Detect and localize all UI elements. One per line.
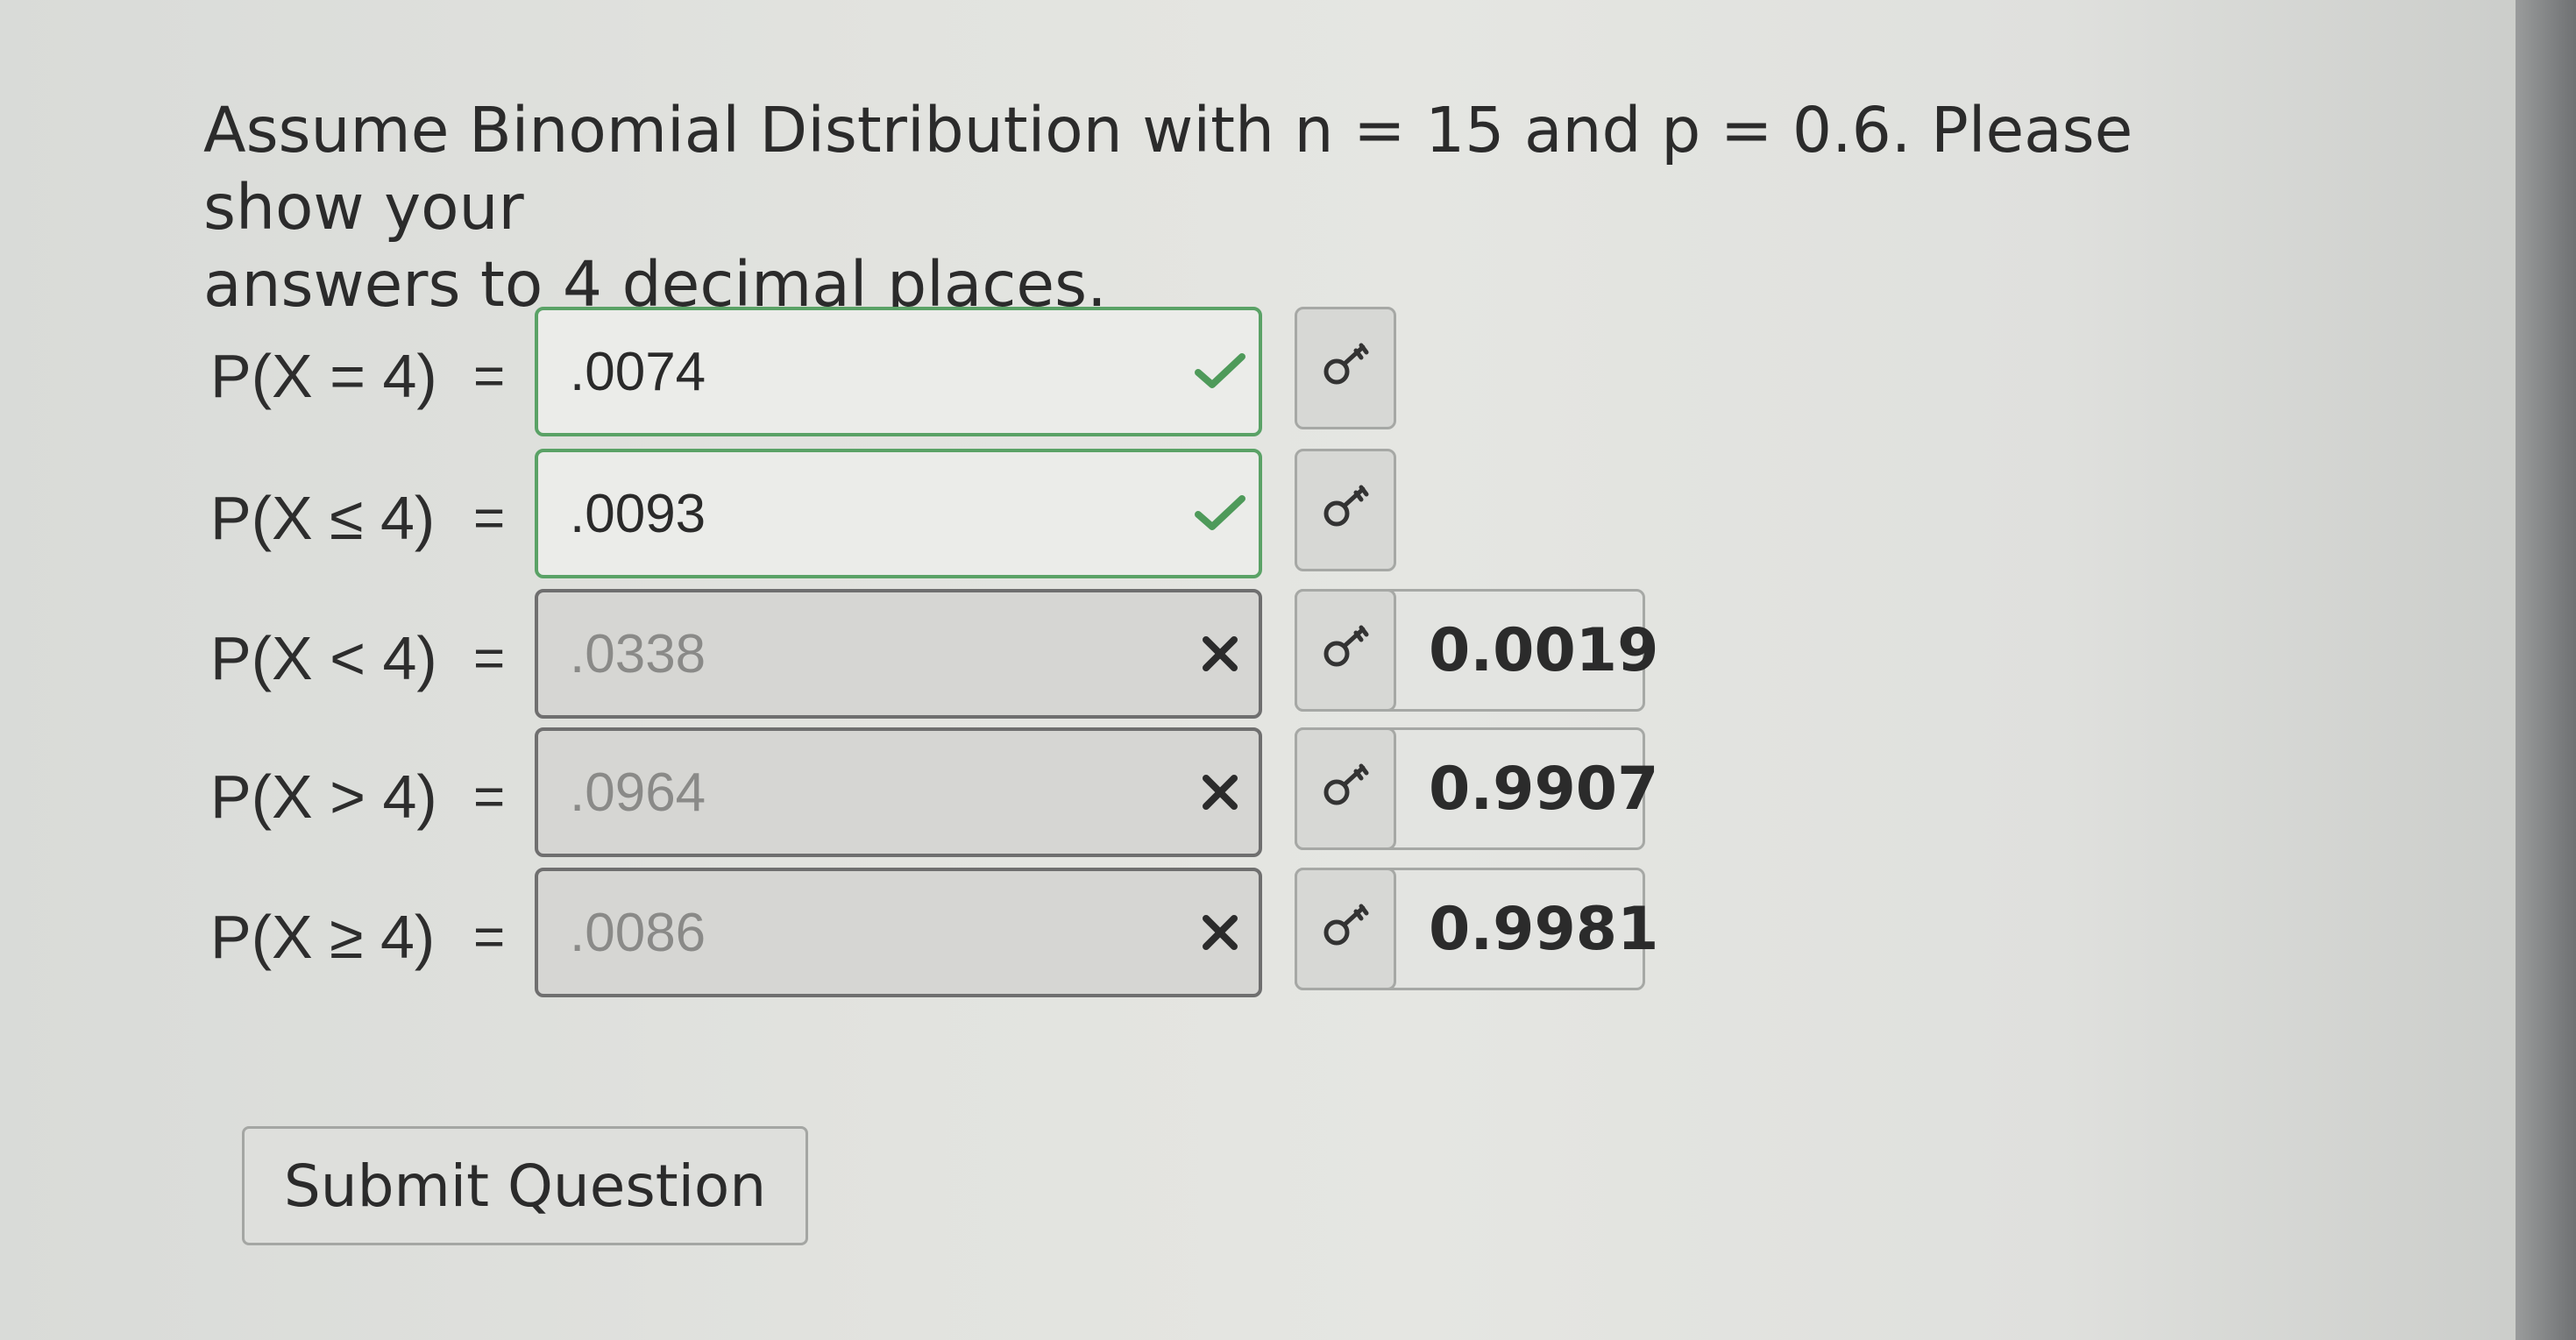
show-answer-key-button[interactable]	[1295, 589, 1396, 712]
correct-answer-box: 0.9907	[1295, 727, 1658, 850]
checkmark-icon	[1194, 487, 1246, 540]
cross-icon	[1194, 906, 1246, 959]
answer-row-p-x-ge-4: P(X ≥ 4) = .0086 0.9981	[210, 868, 1658, 1006]
question-text: Assume Binomial Distribution with n = 15…	[203, 92, 2219, 323]
correct-answer-box: 0.0019	[1295, 589, 1658, 712]
cross-icon	[1194, 766, 1246, 819]
key-icon	[1317, 762, 1373, 815]
answer-input[interactable]: .0074	[535, 307, 1262, 436]
correct-answer-value: 0.9907	[1429, 754, 1659, 824]
answer-input[interactable]: .0338	[535, 589, 1262, 719]
answer-row-p-x-le-4: P(X ≤ 4) = .0093	[210, 449, 1648, 587]
show-answer-key-button[interactable]	[1295, 449, 1396, 571]
answer-row-p-x-gt-4: P(X > 4) = .0964 0.9907	[210, 727, 1658, 866]
answer-input[interactable]: .0964	[535, 727, 1262, 857]
answer-input-value: .0086	[570, 902, 706, 963]
key-icon	[1317, 342, 1373, 394]
key-icon	[1317, 484, 1373, 536]
equals-sign: =	[473, 627, 506, 689]
show-answer-key-button[interactable]	[1295, 307, 1396, 429]
equals-sign: =	[473, 487, 506, 549]
correct-answer-value: 0.0019	[1429, 615, 1659, 685]
question-line-1: Assume Binomial Distribution with n = 15…	[203, 94, 2133, 244]
answer-input-value: .0074	[570, 341, 706, 402]
cross-icon	[1194, 627, 1246, 680]
equals-sign: =	[473, 345, 506, 407]
answer-input-value: .0964	[570, 762, 706, 823]
answer-row-p-x-lt-4: P(X < 4) = .0338 0.0019	[210, 589, 1658, 727]
answer-input[interactable]: .0093	[535, 449, 1262, 578]
answer-input-value: .0338	[570, 623, 706, 684]
checkmark-icon	[1194, 345, 1246, 398]
submit-question-button[interactable]: Submit Question	[242, 1126, 808, 1245]
equals-sign: =	[473, 906, 506, 968]
show-answer-key-button[interactable]	[1295, 727, 1396, 850]
monitor-bezel	[2516, 0, 2576, 1340]
correct-answer-box: 0.9981	[1295, 868, 1658, 990]
correct-answer-value: 0.9981	[1429, 894, 1659, 964]
answer-row-p-x-eq-4: P(X = 4) = .0074	[210, 307, 1648, 445]
show-answer-key-button[interactable]	[1295, 868, 1396, 990]
equals-sign: =	[473, 766, 506, 827]
key-icon	[1317, 903, 1373, 955]
answer-input[interactable]: .0086	[535, 868, 1262, 997]
key-icon	[1317, 624, 1373, 677]
answer-input-value: .0093	[570, 483, 706, 544]
